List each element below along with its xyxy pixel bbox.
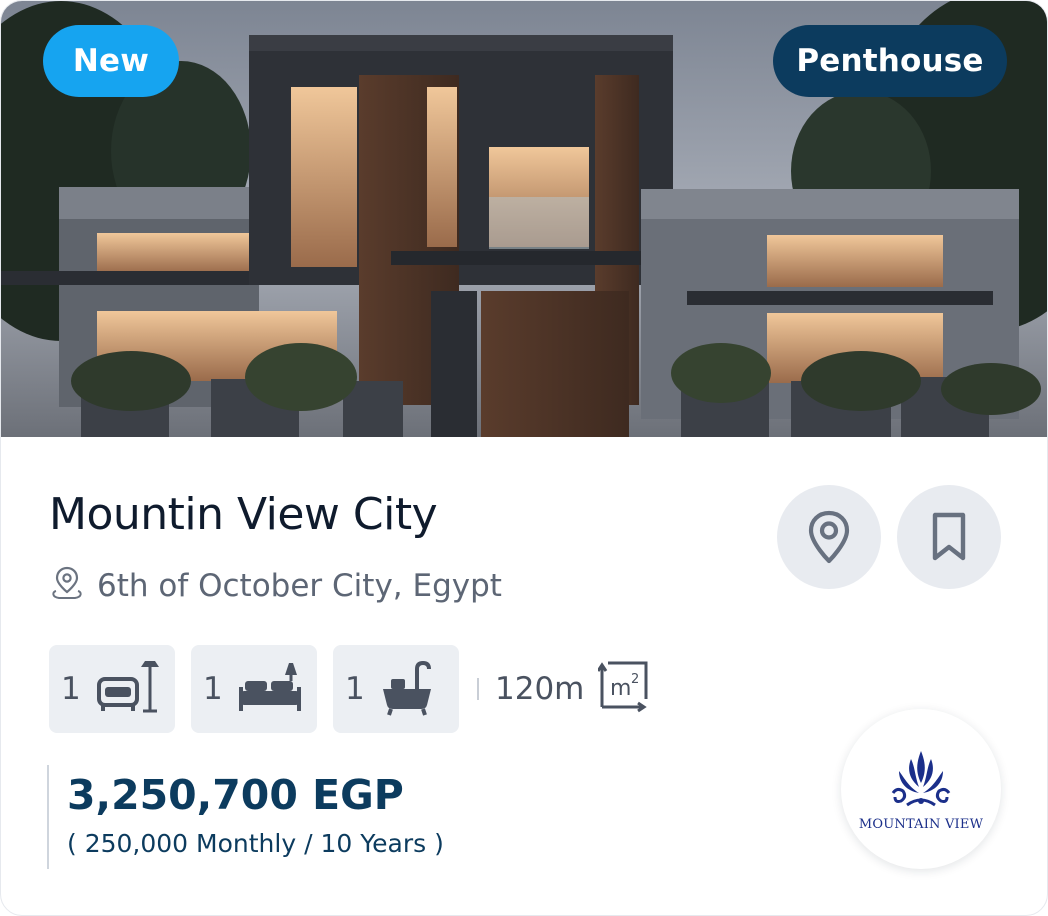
price: 3,250,700 EGP [67, 771, 404, 819]
installment-plan: ( 250,000 Monthly / 10 Years ) [67, 829, 444, 858]
property-photo[interactable]: New Penthouse [1, 1, 1047, 437]
bed-icon [235, 657, 305, 722]
property-title[interactable]: Mountin View City [49, 489, 438, 540]
bedrooms-count: 1 [203, 671, 223, 707]
location-text: 6th of October City, Egypt [97, 568, 502, 604]
bookmark-icon [932, 512, 966, 561]
location-pin-icon [49, 564, 85, 608]
show-on-map-button[interactable] [777, 485, 881, 589]
living-rooms-count: 1 [61, 671, 81, 707]
area-value: 120m [495, 671, 585, 707]
svg-text:2: 2 [631, 672, 639, 687]
developer-logo[interactable]: MOUNTAIN VIEW [841, 709, 1001, 869]
bookmark-button[interactable] [897, 485, 1001, 589]
features-divider [477, 678, 479, 700]
bedrooms-feature: 1 [191, 645, 317, 733]
area-feature: 120m m 2 [495, 659, 650, 720]
living-room-icon [93, 657, 163, 722]
square-meter-icon: m 2 [597, 659, 650, 720]
living-rooms-feature: 1 [49, 645, 175, 733]
map-pin-icon [808, 510, 850, 564]
price-block: 3,250,700 EGP ( 250,000 Monthly / 10 Yea… [47, 765, 444, 869]
property-features: 1 1 1 120m m 2 [49, 645, 650, 733]
svg-text:m: m [610, 676, 631, 701]
property-card[interactable]: New Penthouse Mountin View City 6th of O… [0, 0, 1048, 916]
mountain-view-logo-icon [891, 750, 951, 806]
bathrooms-count: 1 [345, 671, 365, 707]
bathrooms-feature: 1 [333, 645, 459, 733]
bathtub-icon [377, 657, 437, 722]
property-location: 6th of October City, Egypt [49, 563, 502, 609]
new-badge: New [43, 25, 179, 97]
developer-name: MOUNTAIN VIEW [858, 816, 984, 832]
property-type-badge: Penthouse [773, 25, 1007, 97]
